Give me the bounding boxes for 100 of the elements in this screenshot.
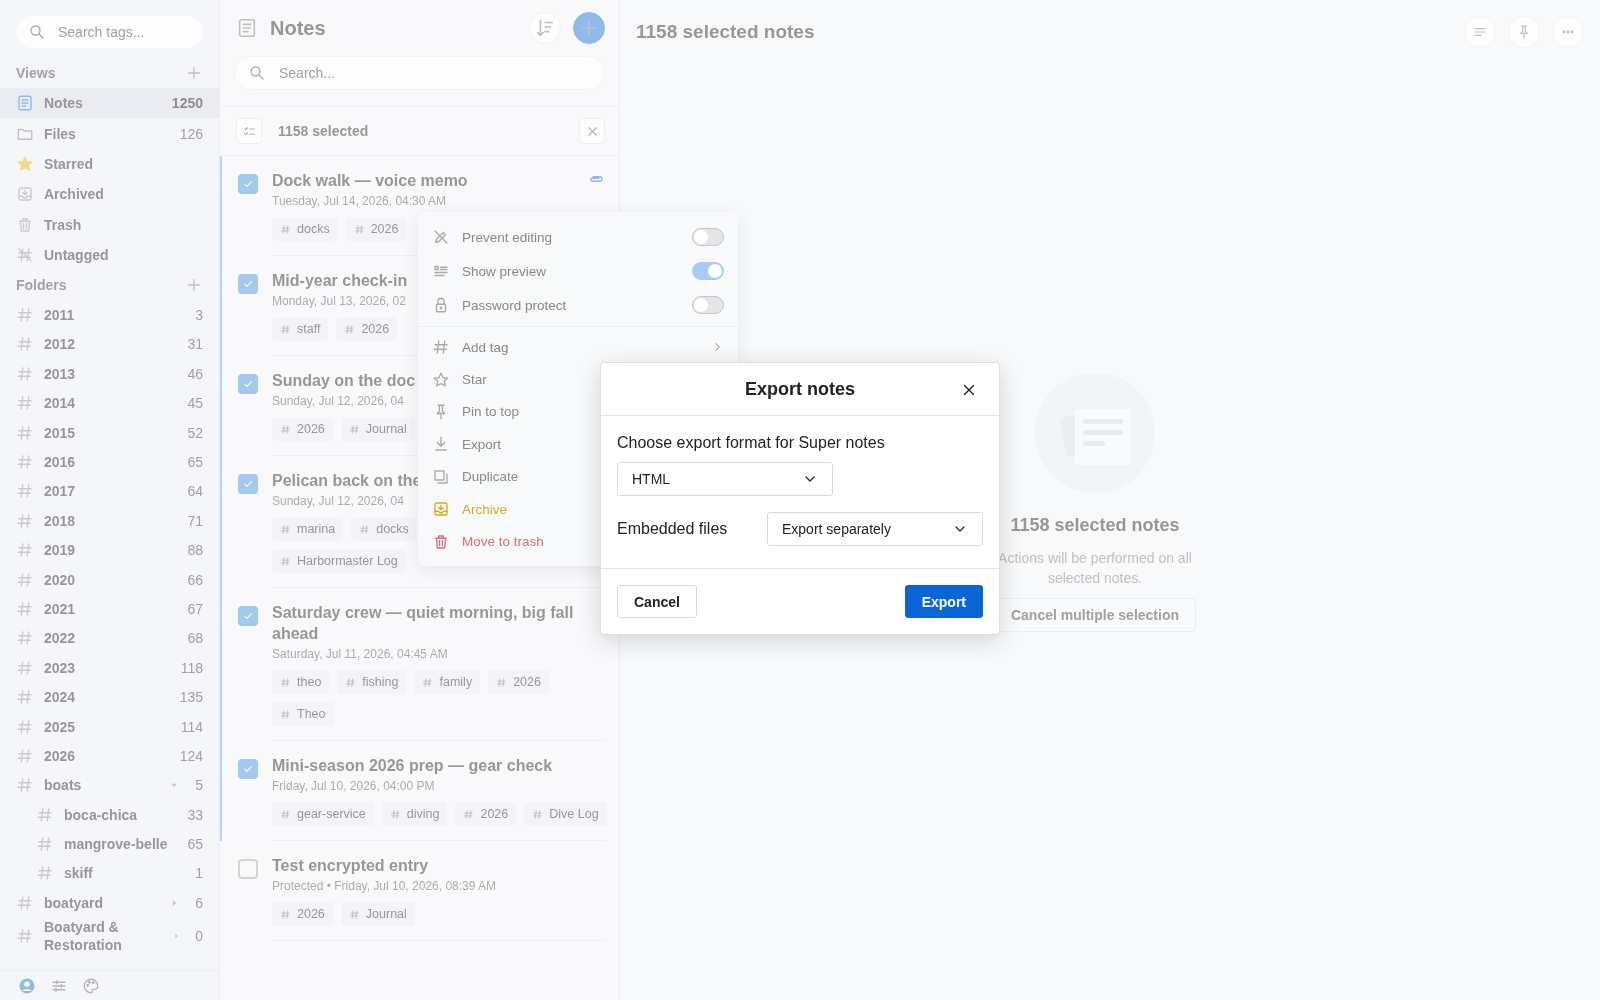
pin-button[interactable] [1508,16,1540,48]
tag-chip[interactable]: diving [381,802,448,826]
checkbox[interactable] [238,274,258,294]
folder-item[interactable]: 2022 68 [0,623,219,654]
folder-item[interactable]: 2023 118 [0,653,219,683]
sidebar-item[interactable]: Starred [0,148,219,180]
checkbox[interactable] [238,474,258,494]
palette-icon [82,976,100,995]
hash-icon [348,423,360,435]
hash-icon [16,394,34,413]
toggle-switch[interactable] [692,262,724,280]
folder-item[interactable]: mangrove-belle 65 [0,829,219,859]
tag-chip[interactable]: 2026 [345,217,407,241]
folder-item[interactable]: 2025 114 [0,711,219,742]
tag-chip[interactable]: docks [272,217,338,241]
hash-icon [36,864,54,883]
folder-item[interactable]: 2015 52 [0,417,219,448]
add-note-button[interactable] [573,12,605,44]
tag-chip[interactable]: staff [272,317,329,341]
sidebar-item[interactable]: Notes 1250 [0,88,219,119]
hash-icon [16,688,34,707]
note-title[interactable]: Dock walk — voice memo [272,170,468,191]
tag-chip[interactable]: gear-service [272,802,374,826]
tag-chip[interactable]: Harbormaster Log [272,549,406,573]
folder-item[interactable]: 2024 135 [0,682,219,712]
toggle-switch[interactable] [692,228,724,246]
menu-item[interactable]: Password protect [418,288,738,322]
panel-title: Notes [270,16,327,40]
checkbox[interactable] [238,174,258,194]
item-count: 1250 [171,95,203,112]
clear-selection-button[interactable] [579,118,605,144]
checkbox[interactable] [238,606,258,626]
sidebar-item[interactable]: Trash [0,209,219,240]
folder-item[interactable]: 2011 3 [0,300,219,330]
tag-chip[interactable]: 2026 [272,902,333,926]
folder-item[interactable]: boca-chica 33 [0,800,219,830]
sidebar-item[interactable]: Untagged [0,239,219,271]
note-title[interactable]: Mini-season 2026 prep — gear check [272,755,553,776]
tag-chip[interactable]: 2026 [455,802,517,826]
folder-item[interactable]: boats 5 [0,770,219,800]
pencil-off-icon [432,228,450,246]
folder-item[interactable]: boatyard 6 [0,888,219,918]
note-title[interactable]: Test encrypted entry [272,855,429,876]
search-icon [248,64,266,82]
field-label: Embedded files [617,520,728,538]
tag-chip[interactable]: Journal [340,417,415,441]
menu-item[interactable]: Show preview [418,254,738,288]
folder-item[interactable]: Boatyard & Restoration 0 [0,917,219,954]
checkbox[interactable] [238,859,258,879]
folder-item[interactable]: 2014 45 [0,388,219,418]
folder-item[interactable]: 2021 67 [0,594,219,624]
embedded-files-dropdown[interactable]: Export separately [767,512,983,546]
folder-item[interactable]: 2017 64 [0,476,219,507]
note-date: Protected • Friday, Jul 10, 2026, 08:39 AM [272,878,497,894]
tag-chip[interactable]: 2026 [272,417,333,441]
tag-chip[interactable]: docks [351,517,417,541]
note-date: Sunday, Jul 12, 2026, 04 [272,493,404,509]
item-count: 52 [187,424,203,441]
item-count: 135 [179,689,203,706]
more-button[interactable] [1552,16,1584,48]
select-options-button[interactable] [236,118,262,144]
cancel-button[interactable]: Cancel [617,585,697,618]
search-field[interactable]: Search... [234,56,605,90]
menu-item[interactable]: Add tag [418,331,738,364]
folder-item[interactable]: 2018 71 [0,506,219,536]
folder-item[interactable]: 2016 65 [0,447,219,477]
empty-state-text: Actions will be performed on all selected notes. [997,548,1193,588]
note-title[interactable]: Sunday on the doc [272,370,416,391]
tag-chip[interactable]: Dive Log [524,802,607,826]
export-button[interactable]: Export [904,585,983,618]
duplicate-icon [432,467,450,486]
folder-item[interactable]: 2013 46 [0,359,219,389]
tag-chip[interactable]: Journal [340,902,415,926]
tag-chip[interactable]: marina [272,517,344,541]
note-title[interactable]: Saturday crew — quiet morning, big fall ahead [272,602,582,644]
sidebar-item[interactable]: Archived [0,179,219,210]
format-button[interactable] [1464,16,1496,48]
note-title[interactable]: Mid-year check-in [272,270,408,291]
hash-icon [280,223,291,235]
section-title: Views [16,65,56,81]
folder-item[interactable]: 2026 124 [0,741,219,771]
sidebar-item[interactable]: Files 126 [0,118,219,149]
tag-chip[interactable]: fishing [337,670,407,694]
item-count: 126 [179,125,203,142]
tag-chip[interactable]: family [414,670,481,694]
sort-button[interactable] [529,12,561,44]
tag-chip[interactable]: 2026 [488,670,549,694]
toggle-switch[interactable] [692,296,724,314]
tag-chip[interactable]: 2026 [336,317,398,341]
checkbox[interactable] [238,374,258,394]
tag-chip[interactable]: Theo [272,702,334,726]
menu-item[interactable]: Prevent editing [418,220,738,254]
format-dropdown[interactable]: HTML [617,462,833,496]
tag-chip[interactable]: theo [272,670,330,694]
search-field[interactable]: Search tags... [16,16,203,48]
checkbox[interactable] [238,759,258,779]
folder-item[interactable]: 2012 31 [0,329,219,360]
folder-item[interactable]: 2020 66 [0,564,219,595]
folder-item[interactable]: skiff 1 [0,858,219,889]
folder-item[interactable]: 2019 88 [0,535,219,565]
